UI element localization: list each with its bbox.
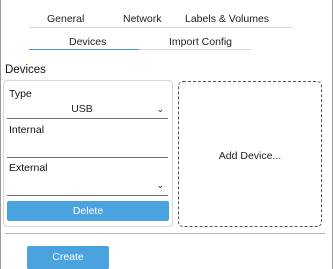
type-select-value: USB bbox=[71, 103, 93, 115]
tab-import-config[interactable]: Import Config bbox=[169, 36, 232, 48]
devices-section-title: Devices bbox=[5, 64, 46, 76]
active-tab-indicator bbox=[29, 49, 139, 50]
tab-labels-volumes[interactable]: Labels & Volumes bbox=[185, 13, 269, 25]
external-select[interactable]: ⌄ bbox=[7, 176, 168, 196]
chevron-down-icon: ⌄ bbox=[156, 180, 164, 190]
type-select[interactable]: USB ⌄ bbox=[7, 101, 168, 119]
device-card: Type USB ⌄ Internal External ⌄ Delete bbox=[3, 80, 173, 227]
section-divider bbox=[5, 233, 325, 234]
delete-device-button[interactable]: Delete bbox=[7, 201, 169, 221]
type-label: Type bbox=[9, 88, 32, 100]
secondary-tab-bar: Devices Import Config bbox=[29, 32, 251, 50]
container-form: General Network Labels & Volumes Devices… bbox=[0, 0, 333, 269]
add-device-button[interactable]: Add Device... bbox=[178, 81, 322, 227]
create-button[interactable]: Create bbox=[27, 246, 109, 269]
tab-devices[interactable]: Devices bbox=[69, 36, 106, 48]
internal-input[interactable] bbox=[7, 138, 168, 158]
add-device-label: Add Device... bbox=[218, 150, 282, 162]
chevron-down-icon: ⌄ bbox=[156, 104, 164, 114]
tab-general[interactable]: General bbox=[47, 13, 84, 25]
external-label: External bbox=[9, 162, 48, 174]
tab-network[interactable]: Network bbox=[123, 13, 162, 25]
internal-label: Internal bbox=[9, 124, 45, 136]
primary-tab-bar: General Network Labels & Volumes bbox=[29, 10, 292, 28]
